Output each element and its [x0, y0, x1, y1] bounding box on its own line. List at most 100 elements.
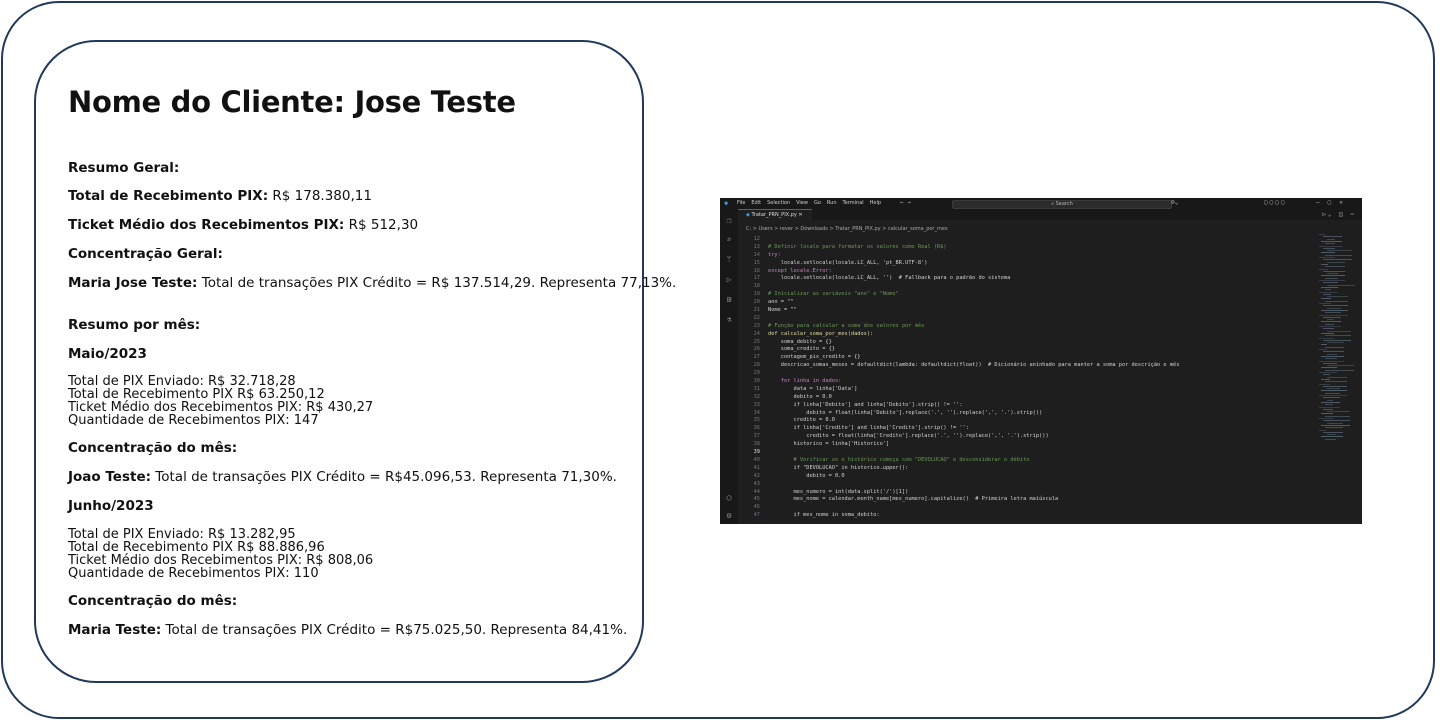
concentracao-mes-text: Total de transações PIX Crédito = R$45.0…: [151, 469, 617, 485]
testing-icon[interactable]: ⚗: [724, 315, 734, 325]
settings-gear-icon[interactable]: ⚙: [724, 511, 734, 521]
run-debug-icon[interactable]: ▷: [724, 275, 734, 285]
menu-item-help[interactable]: Help: [870, 200, 881, 206]
code-line[interactable]: 12: [740, 236, 1315, 244]
code-line[interactable]: 30 for linha in dados:: [740, 378, 1315, 386]
code-line[interactable]: 36 if linha['Credito'] and linha['Credit…: [740, 425, 1315, 433]
line-number: 14: [753, 251, 760, 258]
tab-tratar-prn-pix[interactable]: ◆ Tratar_PRN_PIX.py ✕: [738, 209, 812, 220]
minimap[interactable]: [1319, 234, 1359, 444]
line-number: 25: [753, 338, 760, 345]
ticket-medio-value: R$ 512,30: [344, 217, 419, 233]
code-line[interactable]: 19 # Inicializar as variáveis "ano" e "No…: [740, 291, 1315, 299]
minimap-line: [1321, 263, 1328, 265]
line-number: 28: [753, 362, 760, 369]
code-line[interactable]: 42 debito = 0.0: [740, 473, 1315, 481]
code-line[interactable]: 33 if linha['Debito'] and linha['Debito'…: [740, 402, 1315, 410]
code-line[interactable]: 29: [740, 370, 1315, 378]
code-line[interactable]: 31 data = linha['Data']: [740, 386, 1315, 394]
minimap-line: [1321, 367, 1337, 369]
source-control-icon[interactable]: ᛘ: [724, 255, 734, 265]
code-line[interactable]: 38 historico = linha['Historico']: [740, 441, 1315, 449]
code-text: historico = linha['Historico']: [768, 441, 890, 448]
line-number: 22: [753, 314, 760, 321]
explorer-icon[interactable]: ❐: [724, 216, 734, 226]
line-number: 29: [753, 370, 760, 377]
minimap-line: [1321, 344, 1327, 346]
minimap-line: [1327, 273, 1338, 275]
copilot-icon[interactable]: ☺⌄: [1171, 199, 1178, 206]
code-area[interactable]: 12 13 # Definir locale para formatar os va…: [740, 236, 1315, 520]
line-number: 19: [753, 291, 760, 298]
menu-item-selection[interactable]: Selection: [767, 200, 790, 206]
code-line[interactable]: 26 soma_credito = {}: [740, 346, 1315, 354]
account-icon[interactable]: ◯: [724, 493, 734, 503]
code-line[interactable]: 13 # Definir locale para formatar os valo…: [740, 244, 1315, 252]
minimap-line: [1319, 360, 1344, 362]
editor-search-box[interactable]: ⌕ Search: [952, 200, 1172, 209]
menu-item-terminal[interactable]: Terminal: [843, 200, 864, 206]
code-text: if "DEVOLUCAO" in historico.upper():: [768, 464, 909, 471]
minimap-line: [1319, 406, 1340, 408]
minimap-line: [1321, 321, 1341, 323]
code-text: mes_nome = calendar.month_name[mes_numer…: [768, 496, 1059, 503]
menu-item-go[interactable]: Go: [814, 200, 821, 206]
ticket-medio-label: Ticket Médio dos Recebimentos PIX:: [68, 217, 345, 233]
line-number: 27: [753, 354, 760, 361]
line-number: 33: [753, 401, 760, 408]
code-line[interactable]: 24 def calcular_soma_por_mes(dados):: [740, 331, 1315, 339]
breadcrumb[interactable]: C: > Users > rever > Downloads > Tratar_…: [746, 226, 948, 232]
code-line[interactable]: 15 locale.setlocale(locale.LC_ALL, 'pt_B…: [740, 260, 1315, 268]
code-line[interactable]: 47 if mes_nome in soma_debito:: [740, 512, 1315, 520]
code-line[interactable]: 16 except locale.Error:: [740, 268, 1315, 276]
minimap-line: [1319, 418, 1333, 419]
code-line[interactable]: 14 try:: [740, 252, 1315, 260]
menu-item-run[interactable]: Run: [827, 200, 837, 206]
code-line[interactable]: 20 ano = "": [740, 299, 1315, 307]
menu-item-file[interactable]: File: [737, 200, 745, 206]
concentracao-mes-text: Total de transações PIX Crédito = R$75.0…: [161, 622, 628, 638]
minimap-line: [1323, 293, 1331, 295]
client-title: Nome do Cliente: Jose Teste: [68, 85, 516, 119]
code-line[interactable]: 37 credito = float(linha['Credito'].repl…: [740, 433, 1315, 441]
code-line[interactable]: 28 descricao_somas_meses = defaultdict(l…: [740, 362, 1315, 370]
code-line[interactable]: 25 soma_debito = {}: [740, 339, 1315, 347]
code-text: mes_numero = int(data.split('/')[1]): [768, 488, 909, 495]
minimap-line: [1325, 323, 1334, 325]
window-controls[interactable]: –▢✕: [1316, 199, 1351, 206]
code-line[interactable]: 21 Nome = "": [740, 307, 1315, 315]
line-number: 40: [753, 456, 760, 463]
line-number: 34: [753, 409, 760, 416]
code-line[interactable]: 34 debito = float(linha['Debito'].replac…: [740, 410, 1315, 418]
code-line[interactable]: 32 debito = 0.0: [740, 394, 1315, 402]
code-text: ano = "": [768, 299, 794, 306]
layout-icons[interactable]: ▢▢▢▢: [1264, 199, 1286, 206]
code-line[interactable]: 45 mes_nome = calendar.month_name[mes_nu…: [740, 496, 1315, 504]
close-icon[interactable]: ✕: [798, 212, 802, 218]
search-icon[interactable]: ⌕: [724, 235, 734, 245]
menu-item-edit[interactable]: Edit: [751, 200, 761, 206]
extensions-icon[interactable]: ⊞: [724, 295, 734, 305]
code-line[interactable]: 40 # Verificar se o histórico começa com…: [740, 457, 1315, 465]
code-line[interactable]: 22: [740, 315, 1315, 323]
code-line[interactable]: 39: [740, 449, 1315, 457]
minimap-line: [1319, 372, 1337, 373]
menu-item-view[interactable]: View: [796, 200, 808, 206]
code-line[interactable]: 17 locale.setlocale(locale.LC_ALL, '') #…: [740, 275, 1315, 283]
editor-actions-icon[interactable]: ▷⌄ ◫ ⋯: [1322, 211, 1356, 218]
concentracao-geral-text: Total de transações PIX Crédito = R$ 137…: [197, 275, 677, 291]
minimap-line: [1319, 349, 1327, 350]
code-line[interactable]: 43: [740, 481, 1315, 489]
total-recebimento-value: R$ 178.380,11: [268, 188, 372, 204]
nav-arrows-icon[interactable]: ← →: [900, 199, 911, 206]
line-number: 37: [753, 433, 760, 440]
code-line[interactable]: 41 if "DEVOLUCAO" in historico.upper():: [740, 465, 1315, 473]
code-line[interactable]: 23 # Função para calcular a soma dos valo…: [740, 323, 1315, 331]
code-text: Nome = "": [768, 307, 797, 314]
minimap-line: [1327, 422, 1343, 424]
concentracao-mes-name: Joao Teste:: [68, 469, 151, 485]
code-line[interactable]: 46: [740, 504, 1315, 512]
minimap-line: [1323, 305, 1348, 307]
code-line[interactable]: 35 credito = 0.0: [740, 417, 1315, 425]
code-text: if linha['Credito'] and linha['Credito']…: [768, 425, 969, 432]
